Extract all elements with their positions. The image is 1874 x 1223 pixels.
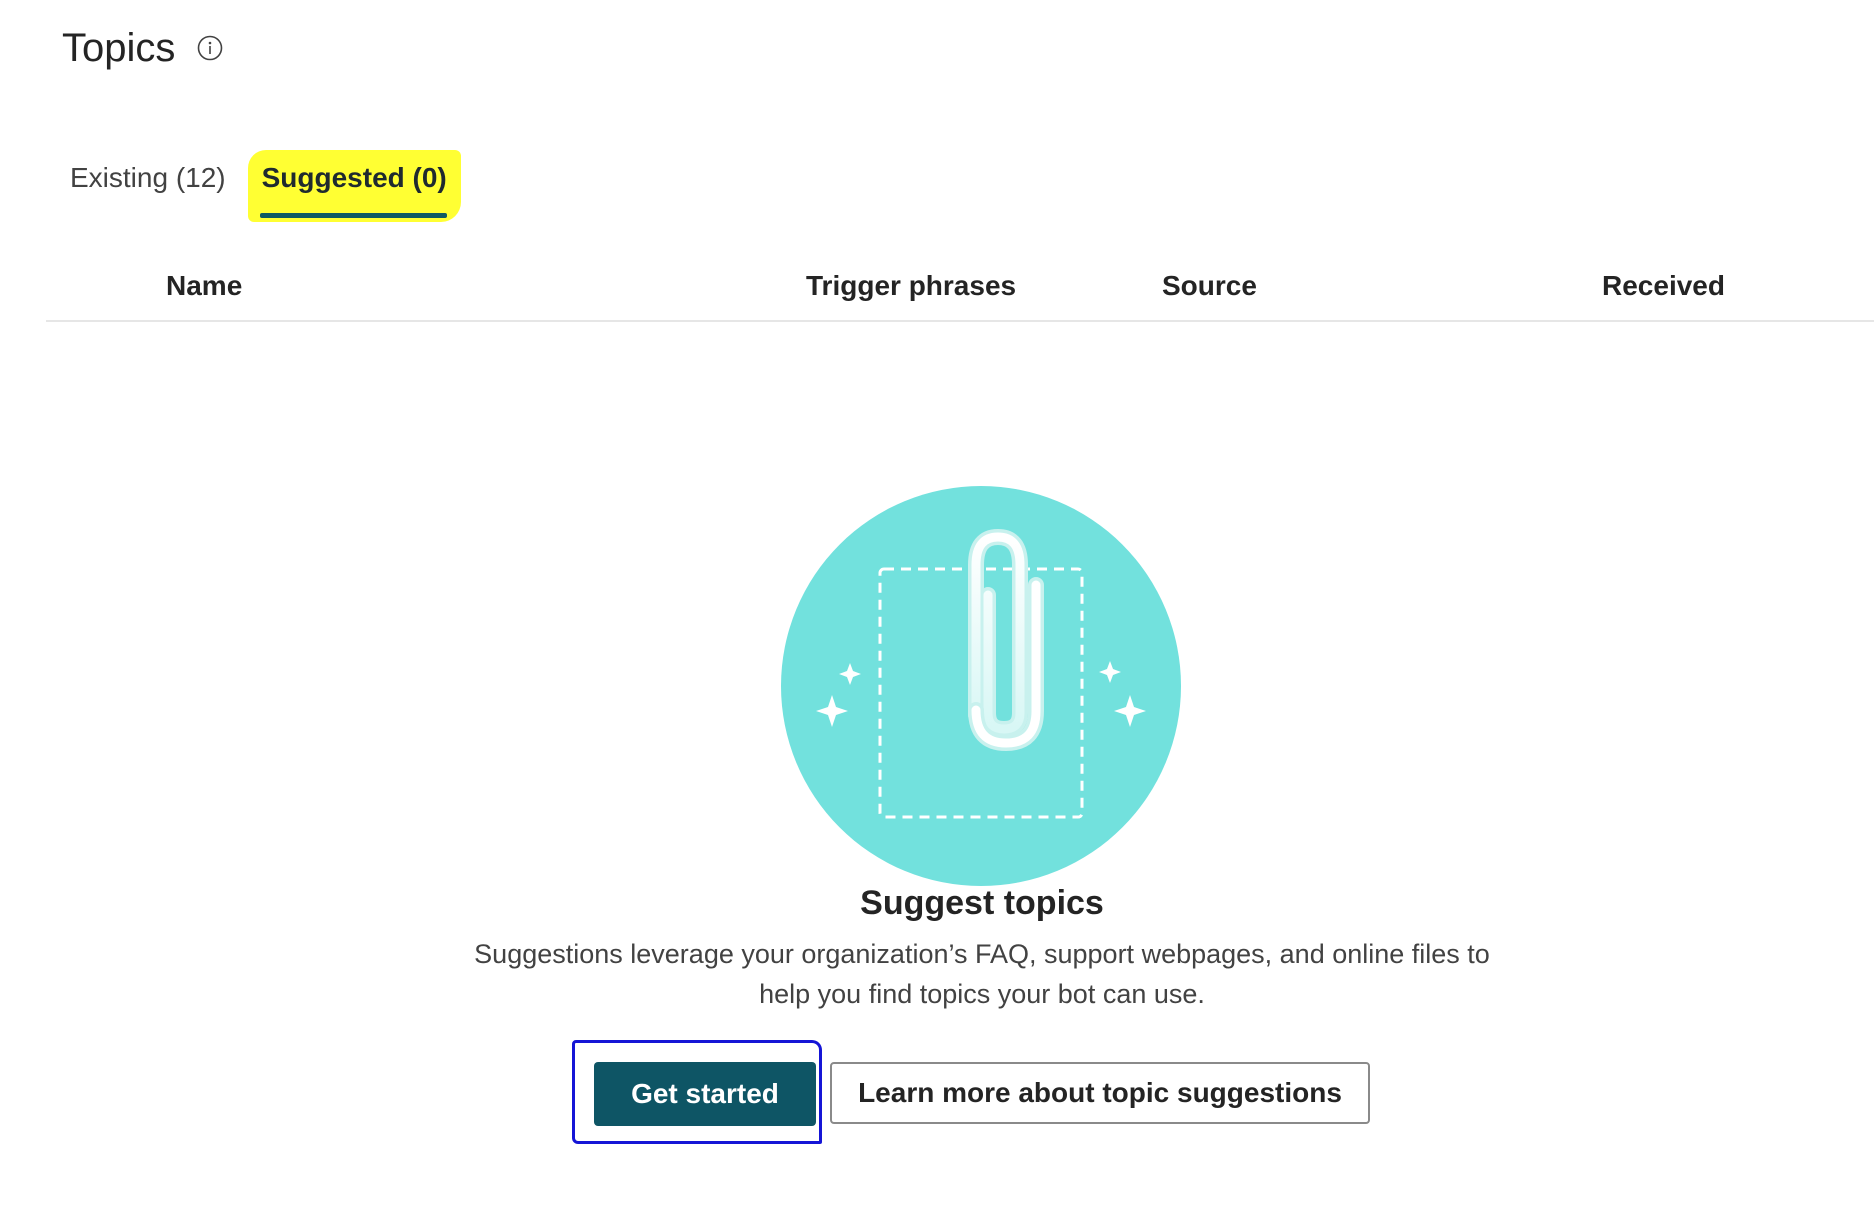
column-header-received[interactable]: Received — [1602, 262, 1725, 310]
learn-more-button[interactable]: Learn more about topic suggestions — [830, 1062, 1370, 1124]
column-header-name[interactable]: Name — [166, 262, 242, 310]
empty-state-title: Suggest topics — [860, 884, 1104, 922]
column-header-trigger-phrases[interactable]: Trigger phrases — [806, 262, 1016, 310]
empty-state-actions: Get started Learn more about topic sugge… — [560, 1040, 1560, 1160]
paperclip-document-icon — [780, 485, 1182, 887]
tab-suggested-label: Suggested (0) — [261, 162, 447, 193]
topics-page: Topics Existing (12) Suggested (0) Name … — [0, 0, 1874, 1223]
tab-existing-label: Existing (12) — [70, 162, 226, 193]
empty-state-description: Suggestions leverage your organization’s… — [474, 939, 1490, 1009]
table-header: Name Trigger phrases Source Received — [46, 256, 1874, 322]
info-icon[interactable] — [197, 35, 223, 61]
column-header-source[interactable]: Source — [1162, 262, 1257, 310]
page-title: Topics — [62, 25, 176, 70]
topic-tabs: Existing (12) Suggested (0) — [60, 150, 461, 222]
get-started-button[interactable]: Get started — [594, 1062, 816, 1126]
title-row: Topics — [62, 20, 223, 76]
tab-suggested[interactable]: Suggested (0) — [247, 150, 461, 222]
active-tab-indicator — [259, 213, 447, 218]
tab-existing[interactable]: Existing (12) — [60, 150, 236, 222]
